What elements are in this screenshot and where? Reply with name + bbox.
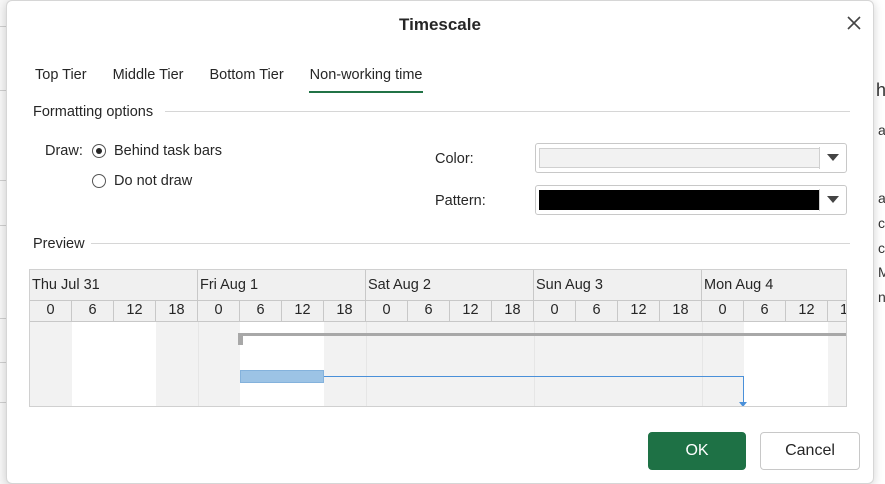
hour-header: 12	[618, 300, 660, 321]
nonworking-band	[30, 322, 72, 406]
radio-button[interactable]	[92, 174, 106, 188]
hour-header: 6	[408, 300, 450, 321]
radio-label: Behind task bars	[114, 143, 223, 159]
hour-header: 18	[324, 300, 366, 321]
working-band	[72, 322, 156, 406]
day-header: Sun Aug 3	[534, 270, 702, 300]
arrow-down-icon	[739, 402, 747, 406]
side-text: n	[878, 289, 885, 305]
hour-header: 18	[492, 300, 534, 321]
hour-header: 6	[240, 300, 282, 321]
timescale-preview: Thu Jul 31 Fri Aug 1 Sat Aug 2 Sun Aug 3…	[29, 269, 847, 407]
chevron-down-icon[interactable]	[819, 144, 846, 172]
radio-button-checked[interactable]	[92, 144, 106, 158]
pattern-label: Pattern:	[435, 193, 486, 209]
side-text: M	[878, 264, 885, 280]
side-text: ab	[878, 122, 885, 138]
hour-header: 0	[702, 300, 744, 321]
close-button[interactable]	[843, 12, 865, 34]
hour-header: 12	[282, 300, 324, 321]
day-divider	[198, 322, 199, 406]
day-header: Sat Aug 2	[366, 270, 534, 300]
hour-header: 0	[534, 300, 576, 321]
section-divider	[165, 111, 850, 112]
hour-header: 1	[828, 300, 846, 321]
chevron-down-icon[interactable]	[819, 186, 846, 214]
section-divider	[91, 243, 850, 244]
tab-bar: Top Tier Middle Tier Bottom Tier Non-wor…	[34, 67, 447, 95]
hour-header: 12	[786, 300, 828, 321]
formatting-options-label: Formatting options	[33, 104, 154, 120]
dependency-link	[324, 376, 744, 377]
pattern-swatch	[539, 190, 820, 210]
header-separator	[30, 300, 846, 301]
radio-label: Do not draw	[114, 173, 193, 189]
hour-header: 0	[198, 300, 240, 321]
task-bar	[240, 370, 324, 383]
hour-header: 12	[450, 300, 492, 321]
color-label: Color:	[435, 151, 474, 167]
tab-middle-tier[interactable]: Middle Tier	[112, 67, 185, 93]
side-text: h	[876, 80, 885, 100]
side-text: c	[878, 215, 885, 231]
day-header: Fri Aug 1	[198, 270, 366, 300]
tab-non-working-time[interactable]: Non-working time	[308, 67, 424, 93]
tab-bottom-tier[interactable]: Bottom Tier	[209, 67, 285, 93]
color-swatch	[539, 148, 820, 168]
hour-header: 6	[744, 300, 786, 321]
timescale-dialog: Timescale Top Tier Middle Tier Bottom Ti…	[6, 0, 874, 484]
summary-bar-cap	[238, 333, 243, 345]
hour-header: 12	[114, 300, 156, 321]
color-dropdown[interactable]	[535, 143, 847, 173]
hour-header: 6	[72, 300, 114, 321]
side-text: c	[878, 240, 885, 256]
close-icon	[847, 16, 861, 30]
draw-label: Draw:	[45, 143, 83, 159]
side-text: a	[878, 190, 885, 206]
ok-button[interactable]: OK	[648, 432, 746, 470]
dependency-link	[743, 376, 744, 402]
hour-header: 18	[156, 300, 198, 321]
day-header: Mon Aug 4	[702, 270, 846, 300]
header-bottom-border	[30, 321, 846, 322]
pattern-dropdown[interactable]	[535, 185, 847, 215]
day-header: Thu Jul 31	[30, 270, 198, 300]
radio-behind-task-bars[interactable]: Behind task bars	[92, 143, 222, 159]
hour-header: 6	[576, 300, 618, 321]
hour-header: 0	[30, 300, 72, 321]
summary-bar	[240, 333, 846, 336]
preview-label: Preview	[33, 236, 85, 252]
dialog-title: Timescale	[399, 15, 481, 34]
hour-header: 18	[660, 300, 702, 321]
cancel-button[interactable]: Cancel	[760, 432, 860, 470]
hour-header: 0	[366, 300, 408, 321]
tab-top-tier[interactable]: Top Tier	[34, 67, 88, 93]
radio-do-not-draw[interactable]: Do not draw	[92, 173, 192, 189]
